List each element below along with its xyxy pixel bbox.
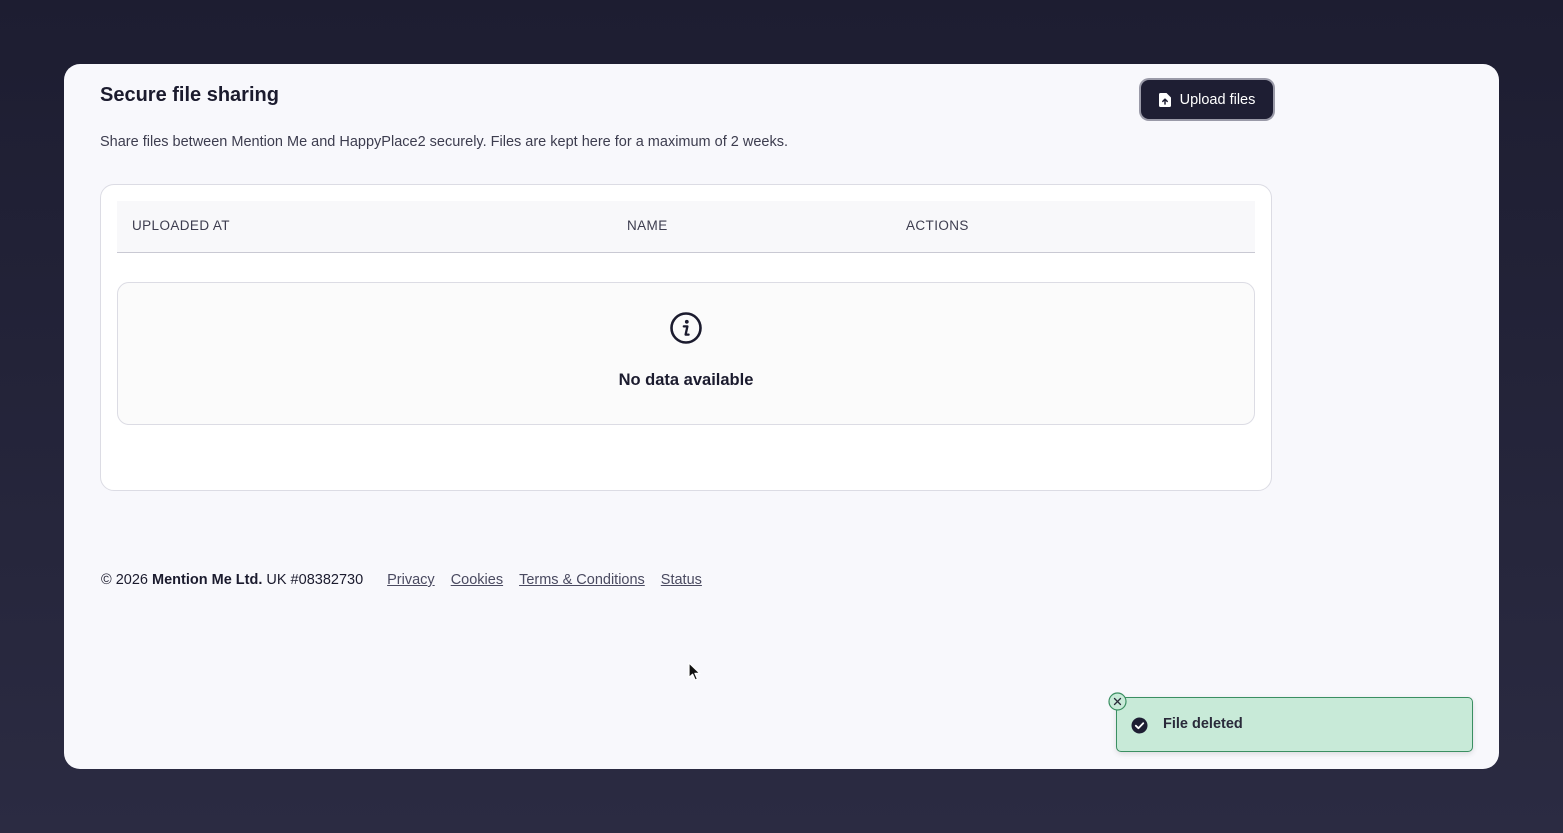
footer-company: Mention Me Ltd. [152,572,263,588]
footer-links: Privacy Cookies Terms & Conditions Statu… [387,572,702,588]
toast-message: File deleted [1163,716,1243,732]
empty-state: No data available [117,282,1255,425]
mouse-cursor-icon [688,662,702,682]
footer-link-terms[interactable]: Terms & Conditions [519,572,645,588]
footer-link-privacy[interactable]: Privacy [387,572,435,588]
toast-close-icon[interactable] [1108,692,1127,711]
check-circle-icon [1131,717,1148,734]
main-panel: Secure file sharing Upload files Share f… [64,64,1499,769]
upload-files-button[interactable]: Upload files [1141,80,1273,119]
files-table-card: Uploaded at Name Actions No data availab… [100,184,1272,491]
table-header: Uploaded at Name Actions [117,201,1255,253]
footer-link-status[interactable]: Status [661,572,702,588]
footer: © 2026 Mention Me Ltd. UK #08382730 Priv… [101,572,702,588]
column-header-actions: Actions [906,218,969,233]
footer-link-cookies[interactable]: Cookies [451,572,503,588]
page-subtitle: Share files between Mention Me and Happy… [100,134,789,150]
file-upload-icon [1158,92,1171,107]
footer-copyright: © 2026 [101,572,148,588]
column-header-uploaded-at[interactable]: Uploaded at [132,218,230,233]
footer-registration: UK #08382730 [266,572,364,588]
empty-state-message: No data available [618,371,754,389]
info-icon [669,311,703,345]
column-header-name[interactable]: Name [627,218,668,233]
page-title: Secure file sharing [100,84,279,106]
upload-files-label: Upload files [1179,91,1256,108]
toast-notification: File deleted [1116,697,1473,752]
